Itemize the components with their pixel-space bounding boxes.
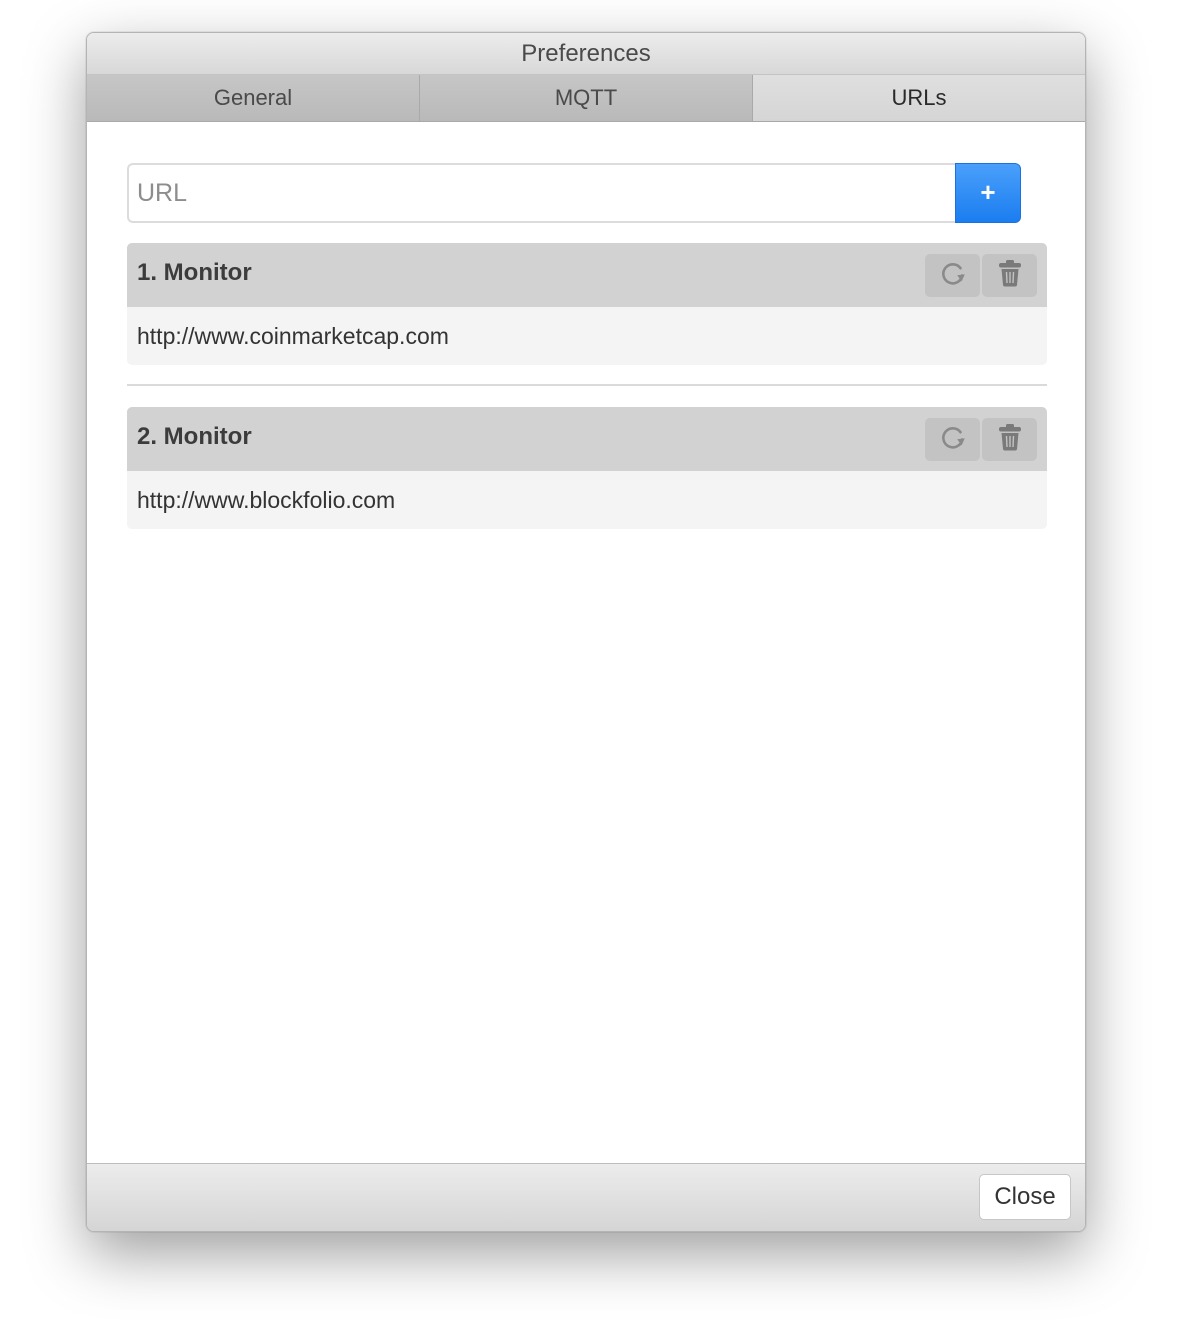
refresh-icon — [938, 422, 968, 457]
urls-panel: + 1. Monitor — [87, 122, 1085, 1163]
monitor-card: 1. Monitor http://www.coinmarketcap.com — [127, 243, 1047, 365]
monitor-title: 1. Monitor — [137, 259, 252, 286]
trash-icon — [996, 258, 1024, 293]
trash-icon — [996, 422, 1024, 457]
monitor-header: 1. Monitor — [127, 243, 1047, 307]
monitor-card: 2. Monitor http://www.blockfolio.com — [127, 407, 1047, 529]
tab-general[interactable]: General — [87, 75, 420, 121]
tab-mqtt[interactable]: MQTT — [420, 75, 753, 121]
monitor-header: 2. Monitor — [127, 407, 1047, 471]
dialog-footer: Close — [87, 1163, 1085, 1231]
refresh-icon — [938, 258, 968, 293]
window-title: Preferences — [87, 33, 1085, 75]
add-url-form: + — [127, 163, 1021, 223]
monitor-url: http://www.coinmarketcap.com — [137, 323, 449, 349]
monitor-title: 2. Monitor — [137, 423, 252, 450]
refresh-button[interactable] — [925, 254, 980, 297]
preferences-window: Preferences General MQTT URLs + 1. Monit… — [86, 32, 1086, 1232]
close-button[interactable]: Close — [979, 1174, 1071, 1220]
monitor-url: http://www.blockfolio.com — [137, 487, 396, 513]
divider — [127, 384, 1047, 386]
delete-button[interactable] — [982, 418, 1037, 461]
delete-button[interactable] — [982, 254, 1037, 297]
refresh-button[interactable] — [925, 418, 980, 461]
url-input[interactable] — [127, 163, 955, 223]
tab-bar: General MQTT URLs — [87, 75, 1085, 122]
add-url-button[interactable]: + — [955, 163, 1021, 223]
tab-urls[interactable]: URLs — [753, 75, 1085, 121]
